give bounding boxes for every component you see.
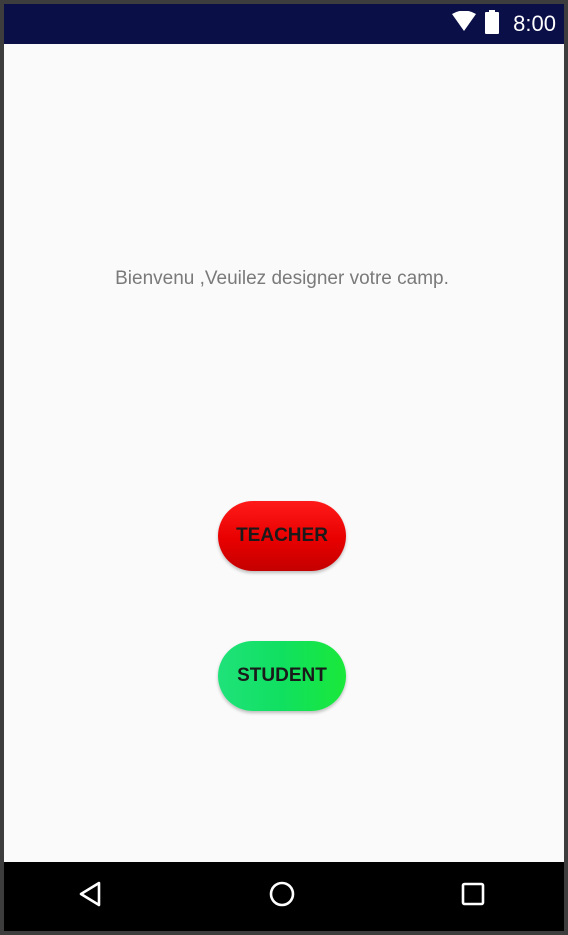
student-button[interactable]: STUDENT [218, 641, 346, 711]
back-button[interactable] [68, 874, 112, 918]
student-button-label: STUDENT [237, 665, 327, 686]
status-bar: 8:00 [4, 4, 564, 44]
navigation-bar [4, 862, 564, 931]
recent-apps-icon [460, 881, 486, 912]
main-content: Bienvenu ,Veuilez designer votre camp. T… [4, 44, 564, 862]
home-button[interactable] [260, 874, 304, 918]
recent-apps-button[interactable] [451, 874, 495, 918]
wifi-icon [451, 10, 477, 38]
status-time: 8:00 [513, 11, 556, 36]
teacher-button-label: TEACHER [236, 525, 328, 546]
home-icon [268, 880, 296, 913]
back-icon [77, 880, 103, 913]
status-icons: 8:00 [451, 4, 556, 44]
device-frame: 8:00 Bienvenu ,Veuilez designer votre ca… [0, 0, 568, 935]
welcome-message: Bienvenu ,Veuilez designer votre camp. [115, 268, 449, 289]
teacher-button[interactable]: TEACHER [218, 501, 346, 571]
battery-icon [485, 9, 500, 39]
